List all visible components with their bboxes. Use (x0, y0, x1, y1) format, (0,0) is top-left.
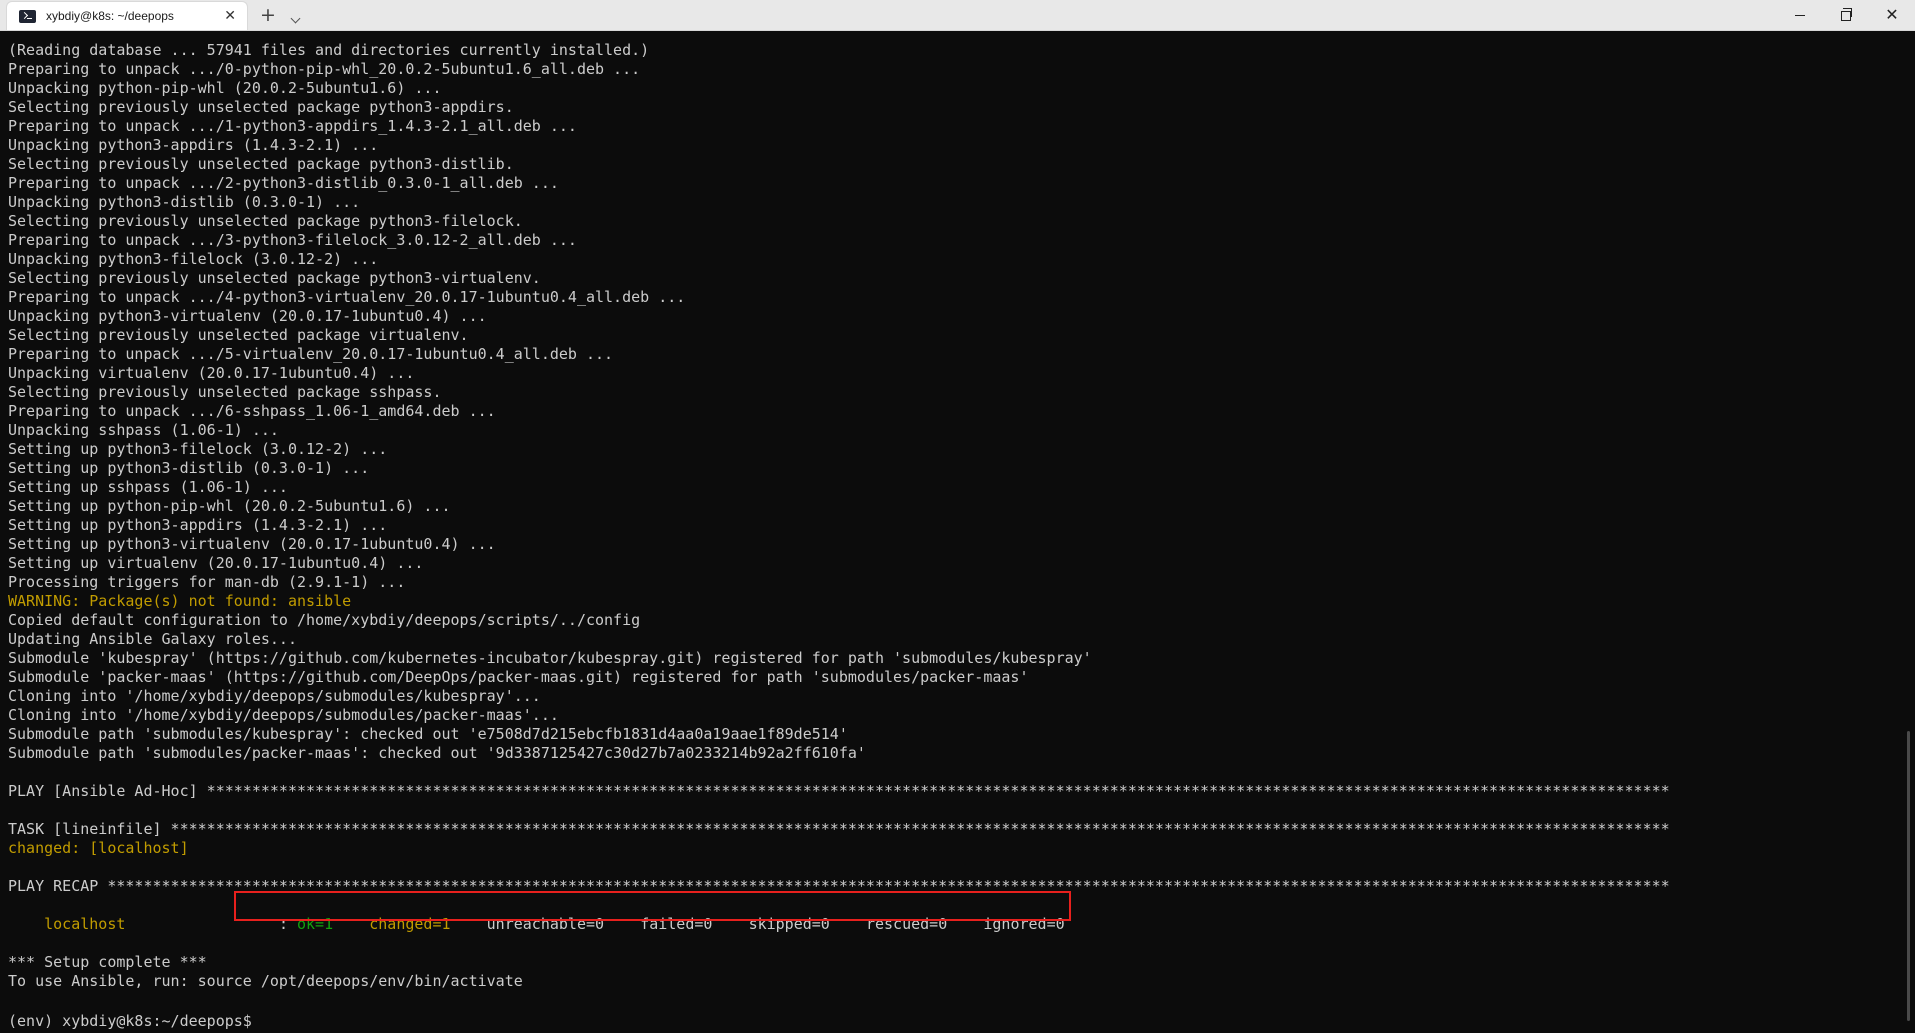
chevron-down-icon[interactable] (290, 13, 301, 24)
minimize-button[interactable] (1777, 0, 1823, 30)
output-line: Setting up python3-virtualenv (20.0.17-1… (8, 535, 496, 553)
install-log: (Reading database ... 57941 files and di… (8, 41, 1915, 592)
highlight-box (234, 891, 1071, 921)
recap-host: localhost (44, 915, 126, 933)
close-icon: ✕ (1885, 5, 1899, 24)
close-window-button[interactable]: ✕ (1869, 0, 1915, 30)
activate-hint: To use Ansible, run: source /opt/deepops… (8, 972, 523, 990)
minimize-icon (1795, 14, 1805, 16)
prompt-text: (env) xybdiy@k8s:~/deepops$ (8, 1012, 261, 1030)
restore-button[interactable] (1823, 0, 1869, 30)
output-line: Setting up python-pip-whl (20.0.2-5ubunt… (8, 497, 451, 515)
output-line: Selecting previously unselected package … (8, 269, 541, 287)
tab-title: xybdiy@k8s: ~/deepops (46, 9, 174, 23)
output-line: Unpacking python3-virtualenv (20.0.17-1u… (8, 307, 487, 325)
terminal-output[interactable]: (Reading database ... 57941 files and di… (0, 31, 1915, 1033)
output-line: Submodule path 'submodules/kubespray': c… (8, 725, 848, 743)
output-line: Setting up python3-distlib (0.3.0-1) ... (8, 459, 370, 477)
submodule-log: Copied default configuration to /home/xy… (8, 611, 1915, 763)
output-line: Updating Ansible Galaxy roles... (8, 630, 297, 648)
scrollbar[interactable] (1899, 31, 1915, 1033)
setup-complete: *** Setup complete *** (8, 953, 207, 971)
cursor (261, 1010, 270, 1026)
window-controls: ✕ (1777, 0, 1915, 30)
recap-row: localhost : ok=1 changed=1 unreachable=0… (8, 891, 1915, 933)
scrollbar-thumb[interactable] (1907, 731, 1910, 1021)
output-line: Unpacking virtualenv (20.0.17-1ubuntu0.4… (8, 364, 415, 382)
restore-icon (1841, 8, 1852, 21)
output-line: Unpacking python3-filelock (3.0.12-2) ..… (8, 250, 379, 268)
output-line: Preparing to unpack .../0-python-pip-whl… (8, 60, 641, 78)
output-line: (Reading database ... 57941 files and di… (8, 41, 650, 59)
output-line: Selecting previously unselected package … (8, 98, 514, 116)
output-line: Setting up sshpass (1.06-1) ... (8, 478, 288, 496)
play-header: PLAY [Ansible Ad-Hoc] ******************… (8, 782, 1670, 800)
output-line: Unpacking python3-distlib (0.3.0-1) ... (8, 193, 361, 211)
output-line: Copied default configuration to /home/xy… (8, 611, 641, 629)
new-tab-button[interactable]: + (260, 5, 276, 25)
output-line: Preparing to unpack .../3-python3-filelo… (8, 231, 577, 249)
output-line: Submodule path 'submodules/packer-maas':… (8, 744, 866, 762)
output-line: Setting up python3-appdirs (1.4.3-2.1) .… (8, 516, 388, 534)
title-bar: xybdiy@k8s: ~/deepops ✕ + ✕ (0, 0, 1915, 31)
tab-close-icon[interactable]: ✕ (224, 8, 236, 24)
task-header: TASK [lineinfile] **********************… (8, 820, 1670, 838)
output-line: Selecting previously unselected package … (8, 212, 523, 230)
output-line: Unpacking python3-appdirs (1.4.3-2.1) ..… (8, 136, 379, 154)
terminal-icon (19, 9, 36, 23)
output-line: Selecting previously unselected package … (8, 383, 442, 401)
output-line: Preparing to unpack .../4-python3-virtua… (8, 288, 686, 306)
output-line: Setting up python3-filelock (3.0.12-2) .… (8, 440, 388, 458)
output-line: Preparing to unpack .../2-python3-distli… (8, 174, 559, 192)
output-line: Selecting previously unselected package … (8, 155, 514, 173)
output-line: Unpacking sshpass (1.06-1) ... (8, 421, 279, 439)
output-line: Processing triggers for man-db (2.9.1-1)… (8, 573, 406, 591)
shell-prompt[interactable]: (env) xybdiy@k8s:~/deepops$ (8, 1010, 1915, 1030)
task-result: changed: [localhost] (8, 839, 189, 857)
output-line: Unpacking python-pip-whl (20.0.2-5ubuntu… (8, 79, 442, 97)
output-line: Preparing to unpack .../5-virtualenv_20.… (8, 345, 614, 363)
output-line: Preparing to unpack .../6-sshpass_1.06-1… (8, 402, 496, 420)
warning-line: WARNING: Package(s) not found: ansible (8, 592, 352, 610)
output-line: Submodule 'kubespray' (https://github.co… (8, 649, 1092, 667)
output-line: Cloning into '/home/xybdiy/deepops/submo… (8, 706, 559, 724)
terminal-tab[interactable]: xybdiy@k8s: ~/deepops ✕ (6, 1, 248, 30)
output-line: Selecting previously unselected package … (8, 326, 469, 344)
output-line: Cloning into '/home/xybdiy/deepops/submo… (8, 687, 541, 705)
output-line: Preparing to unpack .../1-python3-appdir… (8, 117, 577, 135)
output-line: Submodule 'packer-maas' (https://github.… (8, 668, 1029, 686)
output-line: Setting up virtualenv (20.0.17-1ubuntu0.… (8, 554, 424, 572)
